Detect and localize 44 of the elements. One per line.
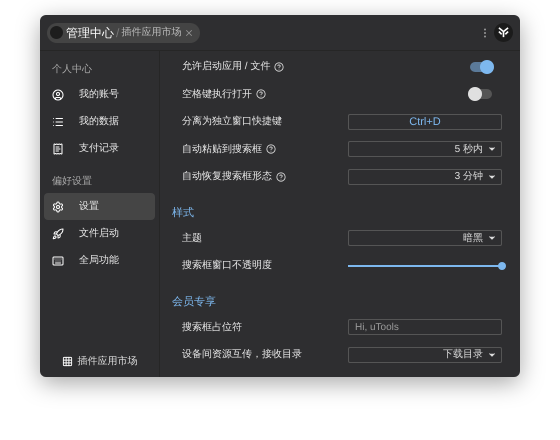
input-field[interactable]: Hi, uTools <box>348 319 502 336</box>
setting-label: 搜索框窗口不透明度 <box>182 258 272 274</box>
sidebar-item[interactable]: 全局功能 <box>44 247 155 274</box>
keyboard-icon <box>52 254 64 266</box>
setting-label: 空格键执行打开 <box>182 88 252 102</box>
dropdown[interactable]: 下载目录 <box>348 346 502 363</box>
document-icon <box>52 142 64 154</box>
help-icon[interactable] <box>266 144 276 154</box>
user-circle-icon <box>52 88 64 100</box>
sidebar-section-title: 偏好设置 <box>51 174 93 188</box>
help-icon[interactable] <box>274 62 284 72</box>
help-icon[interactable] <box>276 172 286 182</box>
dropdown[interactable]: 5 秒内 <box>348 141 502 158</box>
setting-label: 允许启动应用 / 文件 <box>182 60 270 74</box>
section-heading: 样式 <box>171 206 195 221</box>
setting-label: 搜索框占位符 <box>182 320 242 335</box>
setting-label: 分离为独立窗口快捷键 <box>182 114 282 130</box>
sidebar-item[interactable]: 我的账号 <box>44 81 155 108</box>
sidebar-footer-link[interactable]: 插件应用市场 <box>44 354 155 369</box>
close-icon[interactable] <box>184 28 194 38</box>
breadcrumb-tab[interactable]: 插件应用市场 <box>121 25 182 40</box>
setting-label: 主题 <box>182 232 202 246</box>
section-heading: 会员专享 <box>171 294 217 310</box>
slider-handle[interactable] <box>498 262 506 270</box>
sidebar-item[interactable]: 我的数据 <box>44 108 155 135</box>
shortcut-field[interactable]: Ctrl+D <box>348 114 502 130</box>
settings-icon <box>52 200 64 212</box>
setting-label: 设备间资源互传，接收目录 <box>182 348 302 362</box>
sidebar-section-title: 个人中心 <box>51 62 93 76</box>
toggle-switch[interactable] <box>470 89 492 100</box>
breadcrumb-tab[interactable]: 管理中心 <box>66 24 114 42</box>
setting-label: 自动粘贴到搜索框 <box>182 142 262 157</box>
toggle-switch[interactable] <box>470 62 492 72</box>
grid-icon <box>62 356 72 367</box>
breadcrumb-separator: / <box>116 24 120 42</box>
app-logo-icon[interactable] <box>494 23 513 42</box>
help-icon[interactable] <box>256 89 266 100</box>
setting-label: 自动恢复搜索框形态 <box>182 170 272 184</box>
dropdown[interactable]: 3 分钟 <box>348 168 502 185</box>
sidebar-item[interactable]: 文件启动 <box>44 220 155 247</box>
sidebar-item[interactable]: 支付记录 <box>44 135 155 162</box>
rocket-icon <box>52 228 64 240</box>
dropdown[interactable]: 暗黑 <box>348 230 502 246</box>
sidebar-item[interactable]: 设置 <box>44 193 155 220</box>
